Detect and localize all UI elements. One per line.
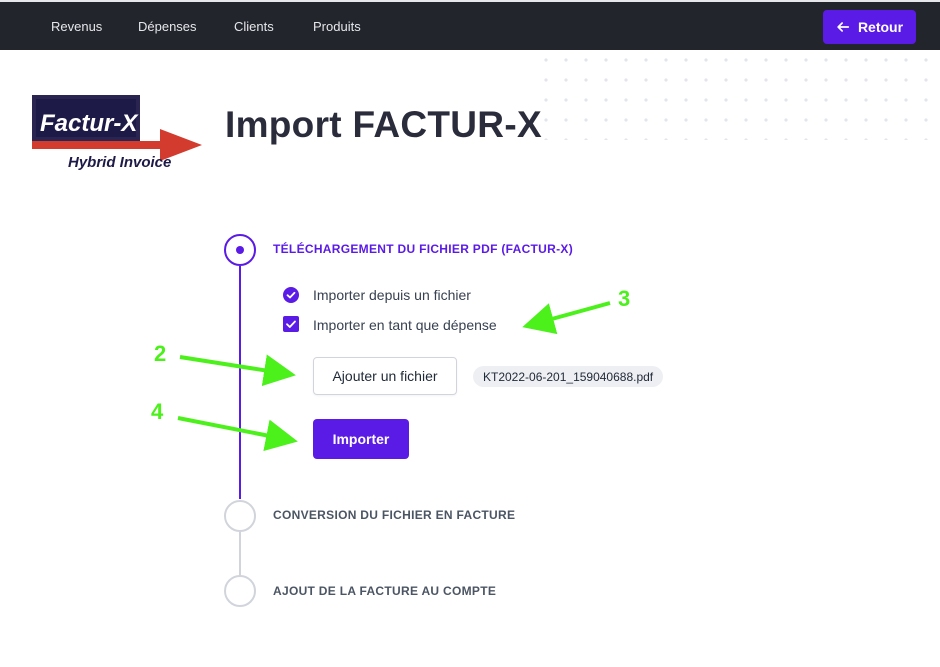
arrow-left-icon bbox=[837, 22, 850, 32]
annotation-arrow-2 bbox=[179, 354, 296, 387]
back-button-label: Retour bbox=[857, 19, 904, 35]
stepper-line-inactive bbox=[239, 532, 241, 576]
import-button[interactable]: Importer bbox=[313, 419, 409, 459]
step-1-label: TÉLÉCHARGEMENT DU FICHIER PDF (FACTUR-X) bbox=[273, 242, 573, 256]
top-navbar: Revenus Dépenses Clients Produits Retour bbox=[0, 0, 940, 50]
annotation-number-3: 3 bbox=[618, 286, 631, 311]
dot-pattern bbox=[532, 50, 940, 140]
step-1-indicator bbox=[224, 234, 256, 266]
nav-item-revenus[interactable]: Revenus bbox=[51, 19, 102, 34]
checkbox-checked-icon[interactable] bbox=[283, 316, 299, 332]
page-title: Import FACTUR-X bbox=[225, 104, 542, 145]
annotation-arrow-4 bbox=[177, 416, 298, 452]
step-2-indicator bbox=[224, 500, 256, 532]
radio-checked-icon[interactable] bbox=[283, 287, 299, 303]
step-3-indicator bbox=[224, 575, 256, 607]
step-3-label: AJOUT DE LA FACTURE AU COMPTE bbox=[273, 584, 497, 598]
step-2-label: CONVERSION DU FICHIER EN FACTURE bbox=[273, 508, 516, 522]
nav-item-depenses[interactable]: Dépenses bbox=[138, 19, 197, 34]
annotation-number-4: 4 bbox=[151, 399, 164, 424]
logo-text-sub: Hybrid Invoice bbox=[68, 154, 171, 171]
stepper-line-active bbox=[239, 266, 241, 499]
nav-item-produits[interactable]: Produits bbox=[313, 19, 361, 34]
add-file-button[interactable]: Ajouter un fichier bbox=[313, 357, 457, 395]
annotation-arrow-3 bbox=[522, 301, 611, 335]
file-name-chip: KT2022-06-201_159040688.pdf bbox=[473, 366, 664, 387]
option-as-expense-label[interactable]: Importer en tant que dépense bbox=[313, 317, 497, 333]
back-button[interactable]: Retour bbox=[823, 10, 916, 44]
facturx-logo: Factur-X Hybrid Invoice bbox=[32, 95, 202, 171]
nav-item-clients[interactable]: Clients bbox=[234, 19, 274, 34]
option-from-file-label[interactable]: Importer depuis un fichier bbox=[313, 287, 471, 303]
annotation-number-2: 2 bbox=[154, 341, 167, 366]
logo-text-main: Factur-X bbox=[40, 110, 139, 137]
